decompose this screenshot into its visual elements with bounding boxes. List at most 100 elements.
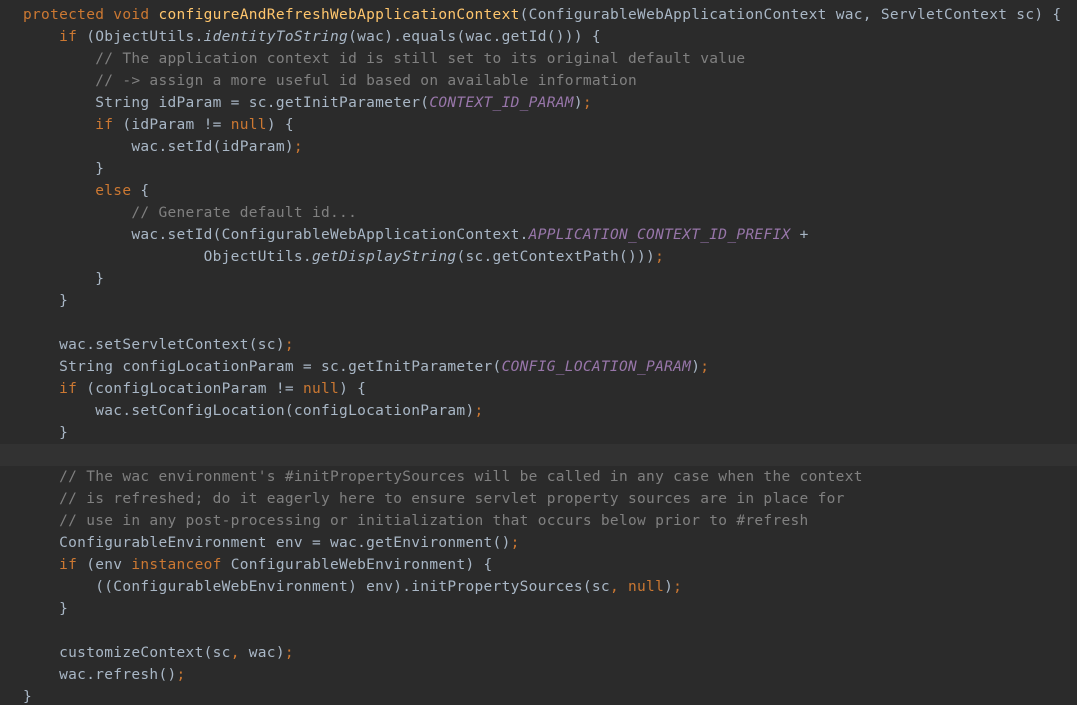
code-token: else (95, 183, 141, 199)
code-line-text: // The wac environment's #initPropertySo… (23, 466, 863, 488)
code-line-text: wac.setConfigLocation(configLocationPara… (23, 400, 484, 422)
code-token: instanceof (131, 557, 231, 573)
current-code-line[interactable] (0, 444, 1077, 466)
code-line[interactable]: wac.refresh(); (0, 664, 1077, 686)
code-token: ; (284, 645, 294, 661)
code-line[interactable] (0, 312, 1077, 334)
code-token: , (230, 645, 249, 661)
code-line[interactable]: } (0, 598, 1077, 620)
code-line-text: } (23, 290, 68, 312)
code-line[interactable]: wac.setConfigLocation(configLocationPara… (0, 400, 1077, 422)
code-token: } (23, 161, 105, 177)
code-token: ; (673, 579, 683, 595)
code-token: wac.setConfigLocation(configLocationPara… (23, 403, 475, 419)
code-token: ; (655, 249, 665, 265)
code-line[interactable] (0, 620, 1077, 642)
code-token: ) (691, 359, 701, 375)
code-line[interactable]: } (0, 422, 1077, 444)
code-token: CONFIG_LOCATION_PARAM (501, 359, 692, 375)
code-token: CONTEXT_ID_PARAM (429, 95, 574, 111)
code-token: ) (573, 95, 583, 111)
code-line[interactable]: else { (0, 180, 1077, 202)
code-line-text: else { (23, 180, 149, 202)
code-line[interactable]: // Generate default id... (0, 202, 1077, 224)
code-line-text: } (23, 158, 104, 180)
code-line-text: wac.setServletContext(sc); (23, 334, 294, 356)
code-token: // -> assign a more useful id based on a… (23, 73, 638, 89)
code-line-text: protected void configureAndRefreshWebApp… (23, 4, 1061, 26)
code-line[interactable]: protected void configureAndRefreshWebApp… (0, 4, 1077, 26)
code-token: wac.setId(idParam) (23, 139, 294, 155)
code-line[interactable]: wac.setId(idParam); (0, 136, 1077, 158)
code-token: null (628, 579, 665, 595)
code-line-text: } (23, 268, 104, 290)
code-token: wac.setServletContext(sc) (23, 337, 285, 353)
code-line[interactable]: ObjectUtils.getDisplayString(sc.getConte… (0, 246, 1077, 268)
code-token: ; (510, 535, 520, 551)
code-token: String configLocationParam = sc.getInitP… (23, 359, 502, 375)
code-line[interactable]: String idParam = sc.getInitParameter(CON… (0, 92, 1077, 114)
code-line[interactable]: ((ConfigurableWebEnvironment) env).initP… (0, 576, 1077, 598)
code-token: if (59, 381, 87, 397)
code-line[interactable]: } (0, 158, 1077, 180)
code-line-text: // The application context id is still s… (23, 48, 745, 70)
code-line-text: // is refreshed; do it eagerly here to e… (23, 488, 845, 510)
code-line[interactable]: } (0, 290, 1077, 312)
code-token: protected void (23, 7, 159, 23)
code-line-text: ObjectUtils.getDisplayString(sc.getConte… (23, 246, 664, 268)
code-line-text: wac.refresh(); (23, 664, 186, 686)
code-token: } (23, 425, 69, 441)
code-line-text: ((ConfigurableWebEnvironment) env).initP… (23, 576, 682, 598)
code-token: ) (664, 579, 674, 595)
code-token: customizeContext(sc (23, 645, 231, 661)
code-line[interactable]: if (idParam != null) { (0, 114, 1077, 136)
code-token: ; (284, 337, 294, 353)
code-token: ; (474, 403, 484, 419)
code-line-text: if (configLocationParam != null) { (23, 378, 366, 400)
code-token: ; (293, 139, 303, 155)
code-token: // The application context id is still s… (23, 51, 746, 67)
code-line-text: // use in any post-processing or initial… (23, 510, 809, 532)
code-line[interactable]: } (0, 268, 1077, 290)
code-line[interactable]: if (configLocationParam != null) { (0, 378, 1077, 400)
code-token: (env (86, 557, 132, 573)
code-line[interactable]: ConfigurableEnvironment env = wac.getEnv… (0, 532, 1077, 554)
code-token: ; (176, 667, 186, 683)
code-token: if (59, 29, 87, 45)
code-token: if (95, 117, 123, 133)
code-token: } (23, 689, 33, 705)
code-line[interactable]: if (ObjectUtils.identityToString(wac).eq… (0, 26, 1077, 48)
code-line[interactable]: wac.setId(ConfigurableWebApplicationCont… (0, 224, 1077, 246)
code-line-text: wac.setId(idParam); (23, 136, 303, 158)
code-token: } (23, 601, 69, 617)
code-token: configureAndRefreshWebApplicationContext (158, 7, 520, 23)
code-line[interactable]: // use in any post-processing or initial… (0, 510, 1077, 532)
code-line[interactable]: wac.setServletContext(sc); (0, 334, 1077, 356)
code-token: null (230, 117, 267, 133)
code-line[interactable]: // is refreshed; do it eagerly here to e… (0, 488, 1077, 510)
code-line-text: if (idParam != null) { (23, 114, 294, 136)
code-line-text: // Generate default id... (23, 202, 357, 224)
code-token: ) { (339, 381, 367, 397)
code-editor[interactable]: protected void configureAndRefreshWebApp… (0, 0, 1077, 705)
code-token: // The wac environment's #initPropertySo… (23, 469, 863, 485)
code-token: (sc.getContextPath())) (456, 249, 656, 265)
code-token: // Generate default id... (23, 205, 358, 221)
code-line[interactable]: } (0, 686, 1077, 705)
code-token: null (302, 381, 340, 397)
code-line[interactable]: customizeContext(sc, wac); (0, 642, 1077, 664)
code-token: String idParam = sc.getInitParameter( (23, 95, 430, 111)
code-token: APPLICATION_CONTEXT_ID_PREFIX (528, 227, 791, 243)
code-line[interactable]: String configLocationParam = sc.getInitP… (0, 356, 1077, 378)
code-line[interactable]: if (env instanceof ConfigurableWebEnviro… (0, 554, 1077, 576)
code-token: getDisplayString (311, 249, 457, 265)
code-token: ((ConfigurableWebEnvironment) env).initP… (23, 579, 610, 595)
code-line[interactable]: // The application context id is still s… (0, 48, 1077, 70)
code-line[interactable]: // -> assign a more useful id based on a… (0, 70, 1077, 92)
code-line[interactable]: // The wac environment's #initPropertySo… (0, 466, 1077, 488)
code-line-text: } (23, 686, 32, 705)
code-line-text: } (23, 598, 68, 620)
